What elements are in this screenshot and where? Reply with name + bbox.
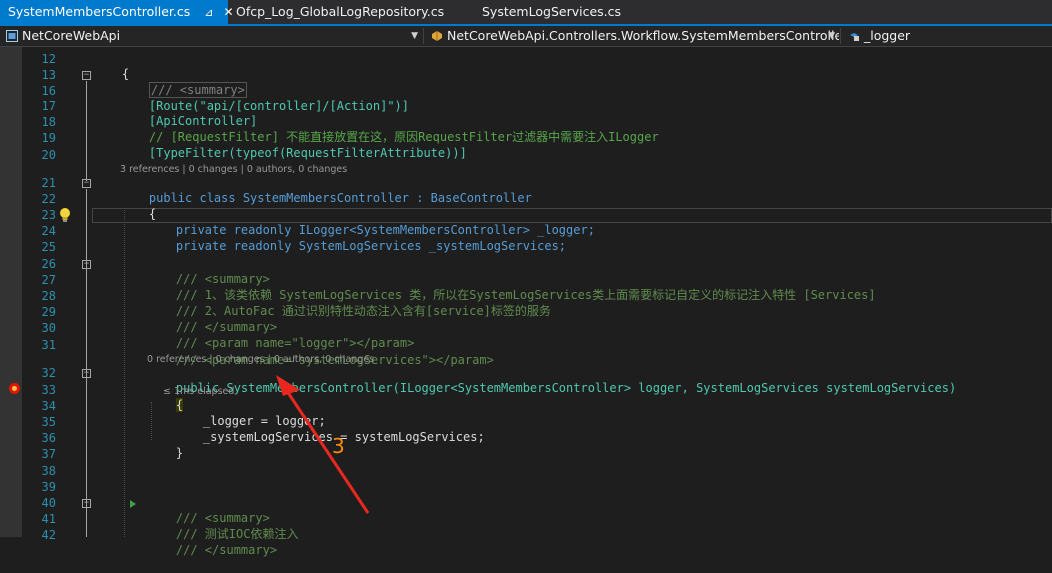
indent-guide <box>124 210 125 537</box>
outline-collapse-toggle[interactable]: − <box>82 71 91 80</box>
line-number: 28 <box>41 289 56 303</box>
line-number: 21 <box>41 176 56 190</box>
line-number: 40 <box>41 496 56 510</box>
project-dropdown[interactable]: NetCoreWebApi ▼ <box>0 26 422 46</box>
indicator-margin[interactable] <box>0 47 22 537</box>
breakpoint-icon[interactable] <box>8 382 21 395</box>
code-token: [TypeFilter(typeof(RequestFilterAttribut… <box>148 146 467 160</box>
line-number: 23 <box>41 208 56 222</box>
peek-arrow-icon[interactable] <box>128 499 138 509</box>
code-token: } <box>175 446 184 460</box>
outline-line <box>86 189 87 537</box>
line-number: 22 <box>41 192 56 206</box>
tab-ofcp-log-globallogrepository[interactable]: Ofcp_Log_GlobalLogRepository.cs <box>228 0 474 24</box>
code-token: public class SystemMembersController : B… <box>148 191 532 205</box>
line-number: 33 <box>41 383 56 397</box>
project-name: NetCoreWebApi <box>22 28 121 43</box>
code-token: public SystemMembersController(ILogger<S… <box>175 381 957 395</box>
divider <box>423 28 424 44</box>
line-number: 39 <box>41 480 56 494</box>
line-number: 17 <box>41 99 56 113</box>
outline-collapse-toggle[interactable]: − <box>82 369 91 378</box>
csharp-project-icon <box>6 30 18 42</box>
member-name: _logger <box>864 28 911 43</box>
line-number: 30 <box>41 321 56 335</box>
chevron-down-icon: ▼ <box>411 31 418 41</box>
outline-collapse-toggle[interactable]: − <box>82 179 91 188</box>
tab-label: SystemMembersController.cs <box>8 4 191 19</box>
line-number: 20 <box>41 148 56 162</box>
code-editor[interactable]: 12 13 16 17 18 19 20 21 22 23 24 25 26 2… <box>0 47 1052 557</box>
outline-collapse-toggle[interactable]: − <box>82 260 91 269</box>
pin-icon[interactable]: ⊿ <box>204 1 213 25</box>
annotation-step-number: 3 <box>332 434 345 458</box>
tab-systemlogservices[interactable]: SystemLogServices.cs <box>474 0 674 24</box>
type-dropdown[interactable]: NetCoreWebApi.Controllers.Workflow.Syste… <box>425 26 839 46</box>
line-number: 35 <box>41 415 56 429</box>
line-number: 29 <box>41 305 56 319</box>
perf-tip-elapsed[interactable]: ≤ 1ms elapsed <box>163 386 234 398</box>
line-number: 25 <box>41 240 56 254</box>
field-icon <box>850 33 859 41</box>
codelens-constructor[interactable]: 0 references | 0 changes | 0 authors, 0 … <box>147 354 374 366</box>
class-icon <box>432 31 442 41</box>
code-line-35[interactable]: _systemLogServices = systemLogServices; <box>174 415 485 460</box>
line-number: 38 <box>41 464 56 478</box>
type-name: NetCoreWebApi.Controllers.Workflow.Syste… <box>447 28 839 43</box>
line-number: 34 <box>41 399 56 413</box>
navigation-bar: NetCoreWebApi ▼ NetCoreWebApi.Controller… <box>0 26 1052 47</box>
outline-collapse-toggle[interactable]: − <box>82 499 91 508</box>
code-token: private readonly SystemLogServices _syst… <box>175 239 567 253</box>
line-number: 41 <box>41 512 56 526</box>
line-number: 32 <box>41 366 56 380</box>
member-dropdown[interactable]: _logger <box>842 26 1052 46</box>
line-number: 24 <box>41 224 56 238</box>
line-number: 26 <box>41 257 56 271</box>
chevron-down-icon: ▼ <box>828 31 835 41</box>
line-number: 13 <box>41 68 56 82</box>
line-number: 42 <box>41 528 56 542</box>
line-number: 37 <box>41 447 56 461</box>
line-number: 31 <box>41 338 56 352</box>
code-comment: /// </summary> <box>175 543 278 557</box>
outline-line <box>86 81 87 181</box>
lightbulb-icon[interactable] <box>58 207 72 223</box>
codelens-class[interactable]: 3 references | 0 changes | 0 authors, 0 … <box>120 164 347 176</box>
line-number: 19 <box>41 131 56 145</box>
tab-label: Ofcp_Log_GlobalLogRepository.cs <box>236 4 445 19</box>
tab-systemmemberscontroller[interactable]: SystemMembersController.cs ⊿ ✕ <box>0 0 234 25</box>
document-tab-strip: SystemMembersController.cs ⊿ ✕ Ofcp_Log_… <box>0 0 1052 26</box>
line-number: 12 <box>41 52 56 66</box>
tab-label: SystemLogServices.cs <box>482 4 622 19</box>
divider <box>840 28 841 44</box>
line-number: 18 <box>41 115 56 129</box>
line-number: 27 <box>41 273 56 287</box>
line-number: 36 <box>41 431 56 445</box>
code-line-42[interactable]: /// </summary> <box>147 528 277 573</box>
code-line-36[interactable]: } <box>147 431 183 476</box>
line-number: 16 <box>41 84 56 98</box>
